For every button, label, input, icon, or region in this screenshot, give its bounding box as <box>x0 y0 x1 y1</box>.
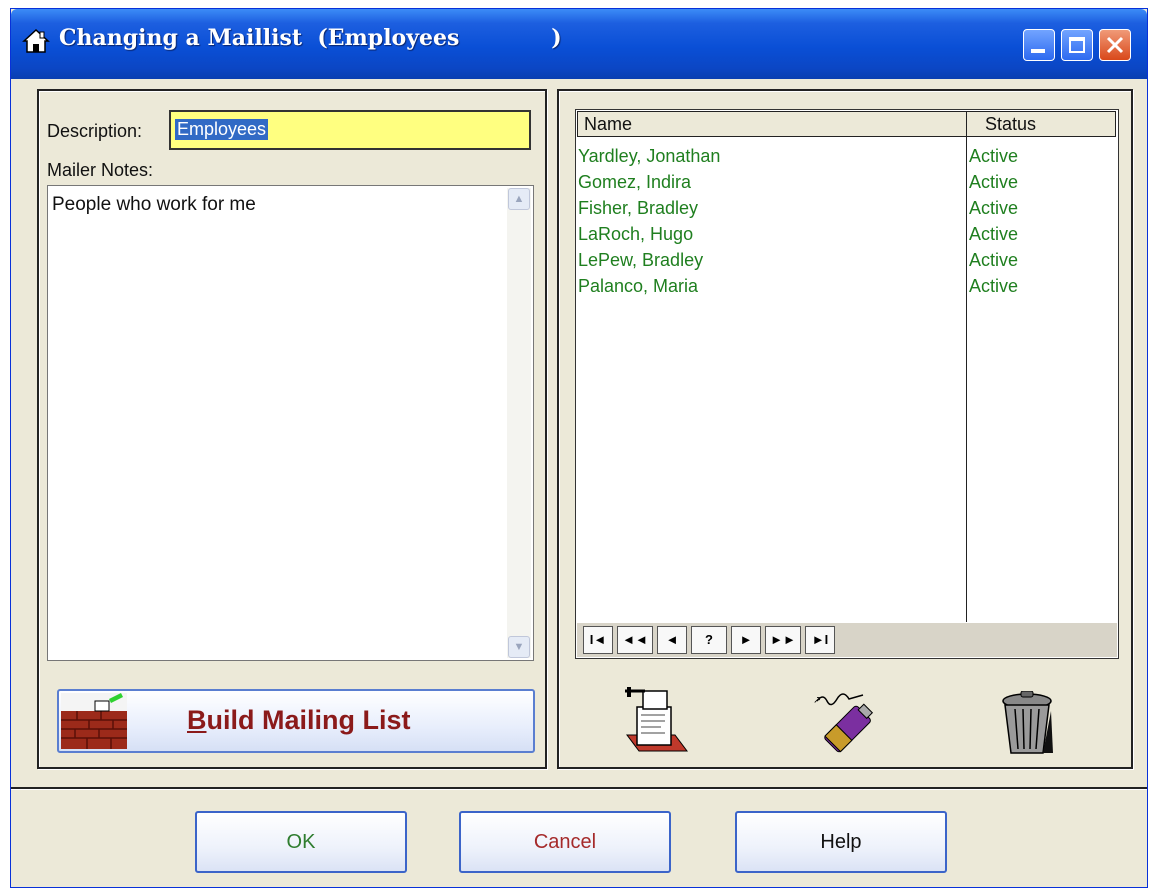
scroll-up-icon[interactable]: ▲ <box>508 188 530 210</box>
description-label: Description: <box>47 121 143 141</box>
dialog-window: Changing a Maillist (Employees ) Descrip… <box>10 8 1148 888</box>
table-row-name[interactable]: Gomez, Indira <box>578 172 691 193</box>
column-header-status[interactable]: Status <box>966 111 1116 137</box>
mailer-notes-label: Mailer Notes: <box>47 160 154 180</box>
members-grid[interactable]: Name Status Yardley, Jonathan Active Gom… <box>575 109 1119 659</box>
description-value: Employees <box>175 119 269 140</box>
title-bar[interactable]: Changing a Maillist (Employees ) <box>11 9 1147 79</box>
previous-record-button[interactable]: ◄ <box>657 626 687 654</box>
table-row-name[interactable]: Palanco, Maria <box>578 276 698 297</box>
page-back-button[interactable]: ◄◄ <box>617 626 653 654</box>
maximize-button[interactable] <box>1061 29 1093 61</box>
close-button[interactable] <box>1099 29 1131 61</box>
table-row-name[interactable]: LaRoch, Hugo <box>578 224 693 245</box>
cancel-button[interactable]: Cancel <box>459 811 671 873</box>
first-record-button[interactable]: I◄ <box>583 626 613 654</box>
column-header-name[interactable]: Name <box>577 111 967 137</box>
mailer-notes-textarea[interactable]: People who work for me ▲ ▼ <box>47 185 534 661</box>
ok-button[interactable]: OK <box>195 811 407 873</box>
page-forward-button[interactable]: ►► <box>765 626 801 654</box>
next-record-button[interactable]: ► <box>731 626 761 654</box>
table-row-status[interactable]: Active <box>969 224 1018 245</box>
maximize-icon <box>1069 37 1085 53</box>
brick-wall-icon <box>61 693 127 749</box>
table-row-status[interactable]: Active <box>969 250 1018 271</box>
minimize-icon <box>1031 49 1045 53</box>
mail-list-printer-icon[interactable] <box>621 685 691 755</box>
last-record-button[interactable]: ►I <box>805 626 835 654</box>
notes-scrollbar[interactable]: ▲ ▼ <box>507 188 531 658</box>
record-navigator: I◄ ◄◄ ◄ ? ► ►► ►I <box>577 623 1117 657</box>
separator <box>11 787 1147 790</box>
build-mailing-list-label: Build Mailing List <box>187 705 411 735</box>
build-mailing-list-button[interactable]: Build Mailing List <box>57 689 535 753</box>
close-icon <box>1106 36 1124 54</box>
find-record-button[interactable]: ? <box>691 626 727 654</box>
svg-text:↗: ↗ <box>813 695 821 706</box>
table-row-status[interactable]: Active <box>969 276 1018 297</box>
table-row-name[interactable]: LePew, Bradley <box>578 250 703 271</box>
trash-can-icon[interactable] <box>1001 691 1057 757</box>
table-row-status[interactable]: Active <box>969 172 1018 193</box>
column-divider <box>966 137 967 622</box>
mailer-notes-text: People who work for me <box>52 194 256 215</box>
table-row-name[interactable]: Fisher, Bradley <box>578 198 698 219</box>
house-icon <box>22 28 50 53</box>
description-field[interactable]: Employees <box>169 110 531 150</box>
window-title: Changing a Maillist (Employees ) <box>59 25 562 51</box>
table-row-status[interactable]: Active <box>969 146 1018 167</box>
table-row-name[interactable]: Yardley, Jonathan <box>578 146 720 167</box>
spray-pen-icon[interactable]: ↗ <box>809 689 881 759</box>
help-button[interactable]: Help <box>735 811 947 873</box>
minimize-button[interactable] <box>1023 29 1055 61</box>
scroll-down-icon[interactable]: ▼ <box>508 636 530 658</box>
table-row-status[interactable]: Active <box>969 198 1018 219</box>
